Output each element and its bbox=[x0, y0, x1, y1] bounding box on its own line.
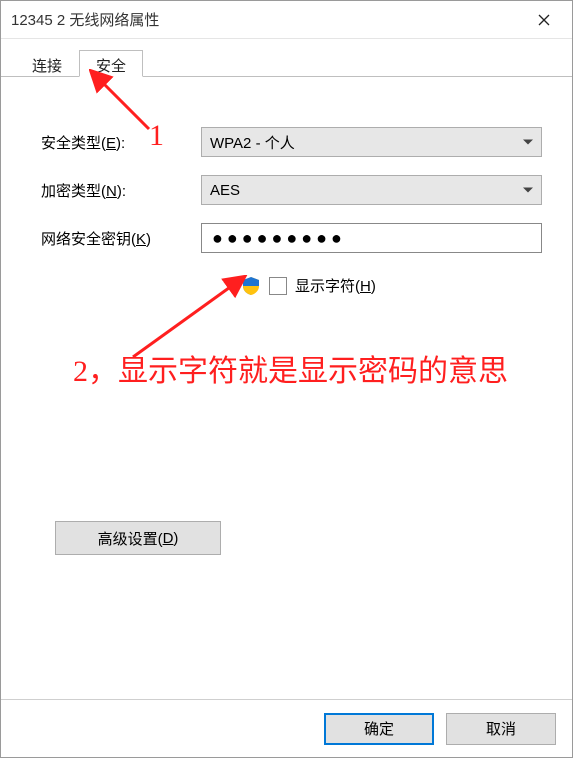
window-title: 12345 2 无线网络属性 bbox=[11, 9, 524, 30]
combo-security-type[interactable]: WPA2 - 个人 bbox=[201, 127, 542, 157]
close-icon bbox=[538, 14, 550, 26]
chevron-down-icon bbox=[523, 140, 533, 145]
annotation-text-2: 2，显示字符就是显示密码的意思 bbox=[73, 349, 533, 394]
tab-bar: 连接 安全 bbox=[1, 39, 572, 77]
label-encryption: 加密类型(N): bbox=[41, 180, 201, 201]
titlebar: 12345 2 无线网络属性 bbox=[1, 1, 572, 39]
bottom-button-bar: 确定 取消 bbox=[1, 699, 572, 757]
cancel-button[interactable]: 取消 bbox=[446, 713, 556, 745]
tab-connect[interactable]: 连接 bbox=[15, 50, 79, 77]
combo-encryption[interactable]: AES bbox=[201, 175, 542, 205]
chevron-down-icon bbox=[523, 188, 533, 193]
advanced-settings-button[interactable]: 高级设置(D) bbox=[55, 521, 221, 555]
checkbox-show-chars[interactable] bbox=[269, 277, 287, 295]
row-show-chars: 显示字符(H) bbox=[241, 275, 542, 296]
row-encryption: 加密类型(N): AES bbox=[41, 175, 542, 205]
close-button[interactable] bbox=[524, 5, 564, 35]
shield-icon bbox=[241, 276, 261, 296]
tab-security[interactable]: 安全 bbox=[79, 50, 143, 77]
combo-encryption-value: AES bbox=[210, 182, 240, 199]
annotation-number-1: 1 bbox=[149, 119, 164, 153]
ok-button[interactable]: 确定 bbox=[324, 713, 434, 745]
dialog-window: 12345 2 无线网络属性 连接 安全 安全类型(E): WPA2 - 个人 … bbox=[0, 0, 573, 758]
row-key: 网络安全密钥(K) bbox=[41, 223, 542, 253]
label-key: 网络安全密钥(K) bbox=[41, 228, 201, 249]
input-network-key[interactable] bbox=[201, 223, 542, 253]
row-security-type: 安全类型(E): WPA2 - 个人 bbox=[41, 127, 542, 157]
label-show-chars: 显示字符(H) bbox=[295, 275, 376, 296]
combo-security-type-value: WPA2 - 个人 bbox=[210, 132, 295, 153]
form-area: 安全类型(E): WPA2 - 个人 加密类型(N): AES 网络安全密钥(K… bbox=[1, 77, 572, 296]
label-security-type: 安全类型(E): bbox=[41, 132, 201, 153]
